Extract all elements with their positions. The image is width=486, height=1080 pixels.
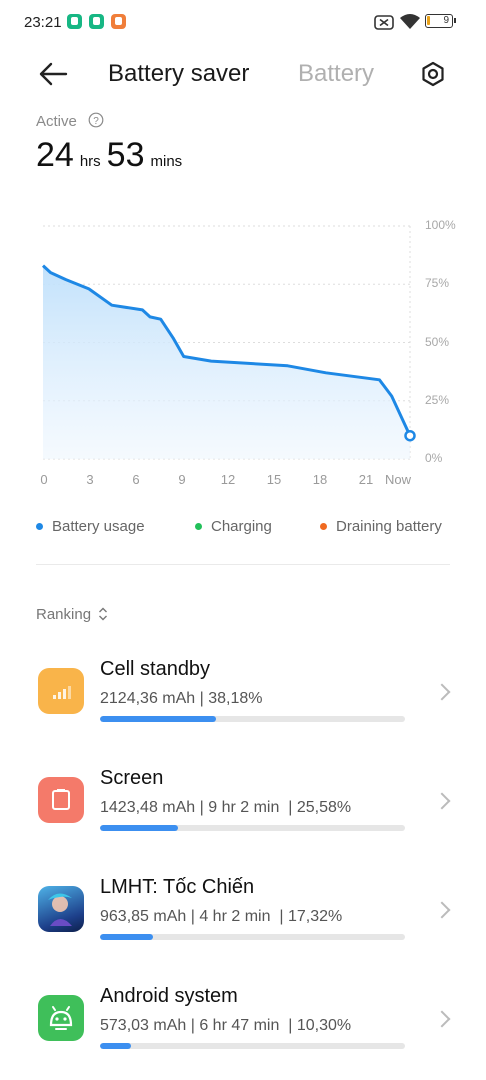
screen-icon-bg: [38, 777, 84, 823]
usage-progress-track: [100, 934, 405, 940]
x-tick-label: 18: [312, 472, 328, 487]
usage-progress-fill: [100, 825, 179, 831]
legend-dot-draining: [320, 523, 327, 530]
ranking-item-detail: 963,85 mAh | 4 hr 2 min | 17,32%: [100, 908, 343, 925]
android-icon: [49, 1006, 73, 1030]
legend-dot-charging: [195, 523, 202, 530]
battery-level-indicator: 9: [425, 14, 456, 28]
usage-progress-track: [100, 825, 405, 831]
cell-standby-icon-bg: [38, 668, 84, 714]
active-label: Active: [36, 113, 77, 130]
x-tick-label: 15: [266, 472, 282, 487]
ranking-item-detail: 573,03 mAh | 6 hr 47 min | 10,30%: [100, 1017, 352, 1034]
y-tick-label: 50%: [425, 334, 450, 349]
android-system-icon-bg: [38, 995, 84, 1041]
usage-progress-track: [100, 1043, 405, 1049]
usage-progress-fill: [100, 716, 217, 722]
ranking-sort-toggle[interactable]: Ranking: [36, 606, 108, 623]
ranking-item-detail: 1423,48 mAh | 9 hr 2 min | 25,58%: [100, 799, 352, 816]
back-arrow-icon[interactable]: [38, 62, 68, 86]
help-icon[interactable]: ?: [88, 112, 104, 128]
active-duration: 24 hrs 53 mins: [36, 136, 188, 175]
ranking-label: Ranking: [36, 606, 92, 623]
hours-unit: hrs: [79, 153, 101, 170]
y-tick-label: 0%: [425, 451, 443, 465]
legend-charging: Charging: [211, 518, 272, 535]
no-sim-icon: [374, 15, 394, 30]
signal-icon: [53, 686, 71, 699]
game-character-icon: [48, 893, 72, 926]
sort-chevrons-icon: [99, 607, 108, 621]
shield-notification-icon: [89, 14, 104, 29]
minutes-unit: mins: [150, 153, 183, 170]
ranking-item-title: Cell standby: [100, 658, 211, 680]
battery-usage-chart: [41, 225, 416, 460]
shield-notification-icon: [67, 14, 82, 29]
y-tick-label: 100%: [425, 218, 456, 232]
x-tick-label: 3: [86, 472, 94, 487]
ranking-item-title: Screen: [100, 767, 164, 789]
ranking-item-detail: 2124,36 mAh | 38,18%: [100, 690, 263, 707]
hours-value: 24: [36, 136, 74, 174]
divider: [36, 564, 450, 565]
current-level-marker: [404, 429, 416, 442]
ranking-item-title: Android system: [100, 985, 238, 1007]
x-tick-label: 21: [358, 472, 374, 487]
x-tick-label: 0: [40, 472, 48, 487]
usage-progress-fill: [100, 1043, 132, 1049]
app-notification-icon: [111, 14, 126, 29]
svg-text:?: ?: [93, 116, 99, 127]
legend-battery-usage: Battery usage: [52, 518, 145, 535]
minutes-value: 53: [106, 136, 145, 174]
x-tick-label: 6: [132, 472, 140, 487]
usage-progress-fill: [100, 934, 153, 940]
x-tick-label: 12: [220, 472, 236, 487]
tab-battery[interactable]: Battery: [298, 60, 374, 88]
y-tick-label: 75%: [425, 276, 450, 291]
x-tick-label: Now: [384, 472, 412, 487]
y-tick-label: 25%: [425, 392, 450, 407]
x-tick-label: 9: [178, 472, 186, 487]
game-app-icon: [38, 886, 84, 932]
phone-screen-icon: [52, 789, 70, 810]
wifi-icon: [400, 14, 420, 29]
settings-gear-icon[interactable]: [420, 61, 446, 87]
status-time: 23:21: [24, 14, 62, 31]
page-title: Battery saver: [108, 60, 250, 87]
legend-dot-battery-usage: [36, 523, 43, 530]
usage-progress-track: [100, 716, 405, 722]
ranking-item-title: LMHT: Tốc Chiến: [100, 876, 255, 898]
legend-draining-battery: Draining battery: [336, 518, 442, 535]
